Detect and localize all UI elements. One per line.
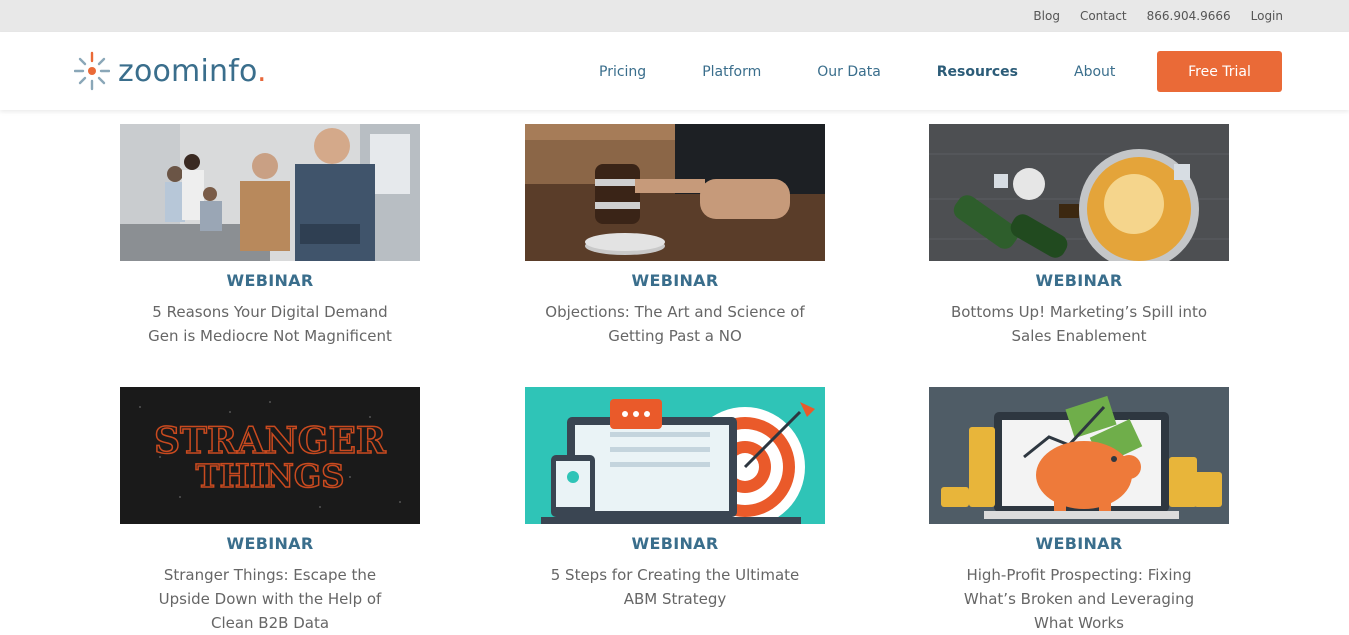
nav-resources[interactable]: Resources [937,64,1018,80]
stranger-things-title-art[interactable]: STRANGER THINGS [120,387,420,524]
nav-about[interactable]: About [1074,64,1115,80]
primary-nav: Pricing Platform Our Data Resources Abou… [599,64,1171,80]
webinar-card[interactable]: STRANGER THINGS WEBINAR Stranger Things:… [120,387,420,635]
top-utility-bar: Blog Contact 866.904.9666 Login [0,0,1349,32]
phone-link[interactable]: 866.904.9666 [1147,9,1231,23]
webinar-card[interactable]: WEBINAR 5 Steps for Creating the Ultimat… [525,387,825,611]
card-tag: WEBINAR [1035,271,1123,290]
contact-link[interactable]: Contact [1080,9,1127,23]
card-title[interactable]: Bottoms Up! Marketing’s Spill into Sales… [929,300,1229,348]
logo-wordmark: zoominfo. [118,54,267,89]
card-tag: WEBINAR [631,271,719,290]
piggy-bank-illustration[interactable] [929,387,1229,524]
main-navbar: zoominfo. Pricing Platform Our Data Reso… [0,32,1349,110]
card-title[interactable]: 5 Reasons Your Digital Demand Gen is Med… [120,300,420,348]
blog-link[interactable]: Blog [1033,9,1060,23]
webinar-card[interactable]: WEBINAR High-Profit Prospecting: Fixing … [929,387,1229,635]
gavel-photo[interactable] [525,124,825,261]
card-tag: WEBINAR [226,271,314,290]
stranger-art-line1: STRANGER [154,420,387,462]
webinar-card[interactable]: WEBINAR 5 Reasons Your Digital Demand Ge… [120,124,420,348]
webinar-card[interactable]: WEBINAR Bottoms Up! Marketing’s Spill in… [929,124,1229,348]
utility-links: Blog Contact 866.904.9666 Login [1013,9,1283,23]
zoominfo-logo[interactable]: zoominfo. [73,51,267,91]
nav-pricing[interactable]: Pricing [599,64,646,80]
card-tag: WEBINAR [226,534,314,553]
logo-wordmark-text: zoominfo [118,53,258,89]
nav-our-data[interactable]: Our Data [817,64,881,80]
abm-target-illustration[interactable] [525,387,825,524]
logo-dot: . [257,53,267,89]
office-team-photo[interactable] [120,124,420,261]
login-link[interactable]: Login [1251,9,1283,23]
beer-glass-photo[interactable] [929,124,1229,261]
card-tag: WEBINAR [631,534,719,553]
stranger-art-line2: THINGS [196,457,345,495]
card-title[interactable]: Objections: The Art and Science of Getti… [525,300,825,348]
free-trial-button[interactable]: Free Trial [1157,51,1282,92]
webinar-card[interactable]: WEBINAR Objections: The Art and Science … [525,124,825,348]
card-title[interactable]: 5 Steps for Creating the Ultimate ABM St… [525,563,825,611]
nav-platform[interactable]: Platform [702,64,761,80]
card-tag: WEBINAR [1035,534,1123,553]
card-title[interactable]: High-Profit Prospecting: Fixing What’s B… [929,563,1229,635]
sunburst-logo-icon [73,51,111,91]
card-title[interactable]: Stranger Things: Escape the Upside Down … [120,563,420,635]
